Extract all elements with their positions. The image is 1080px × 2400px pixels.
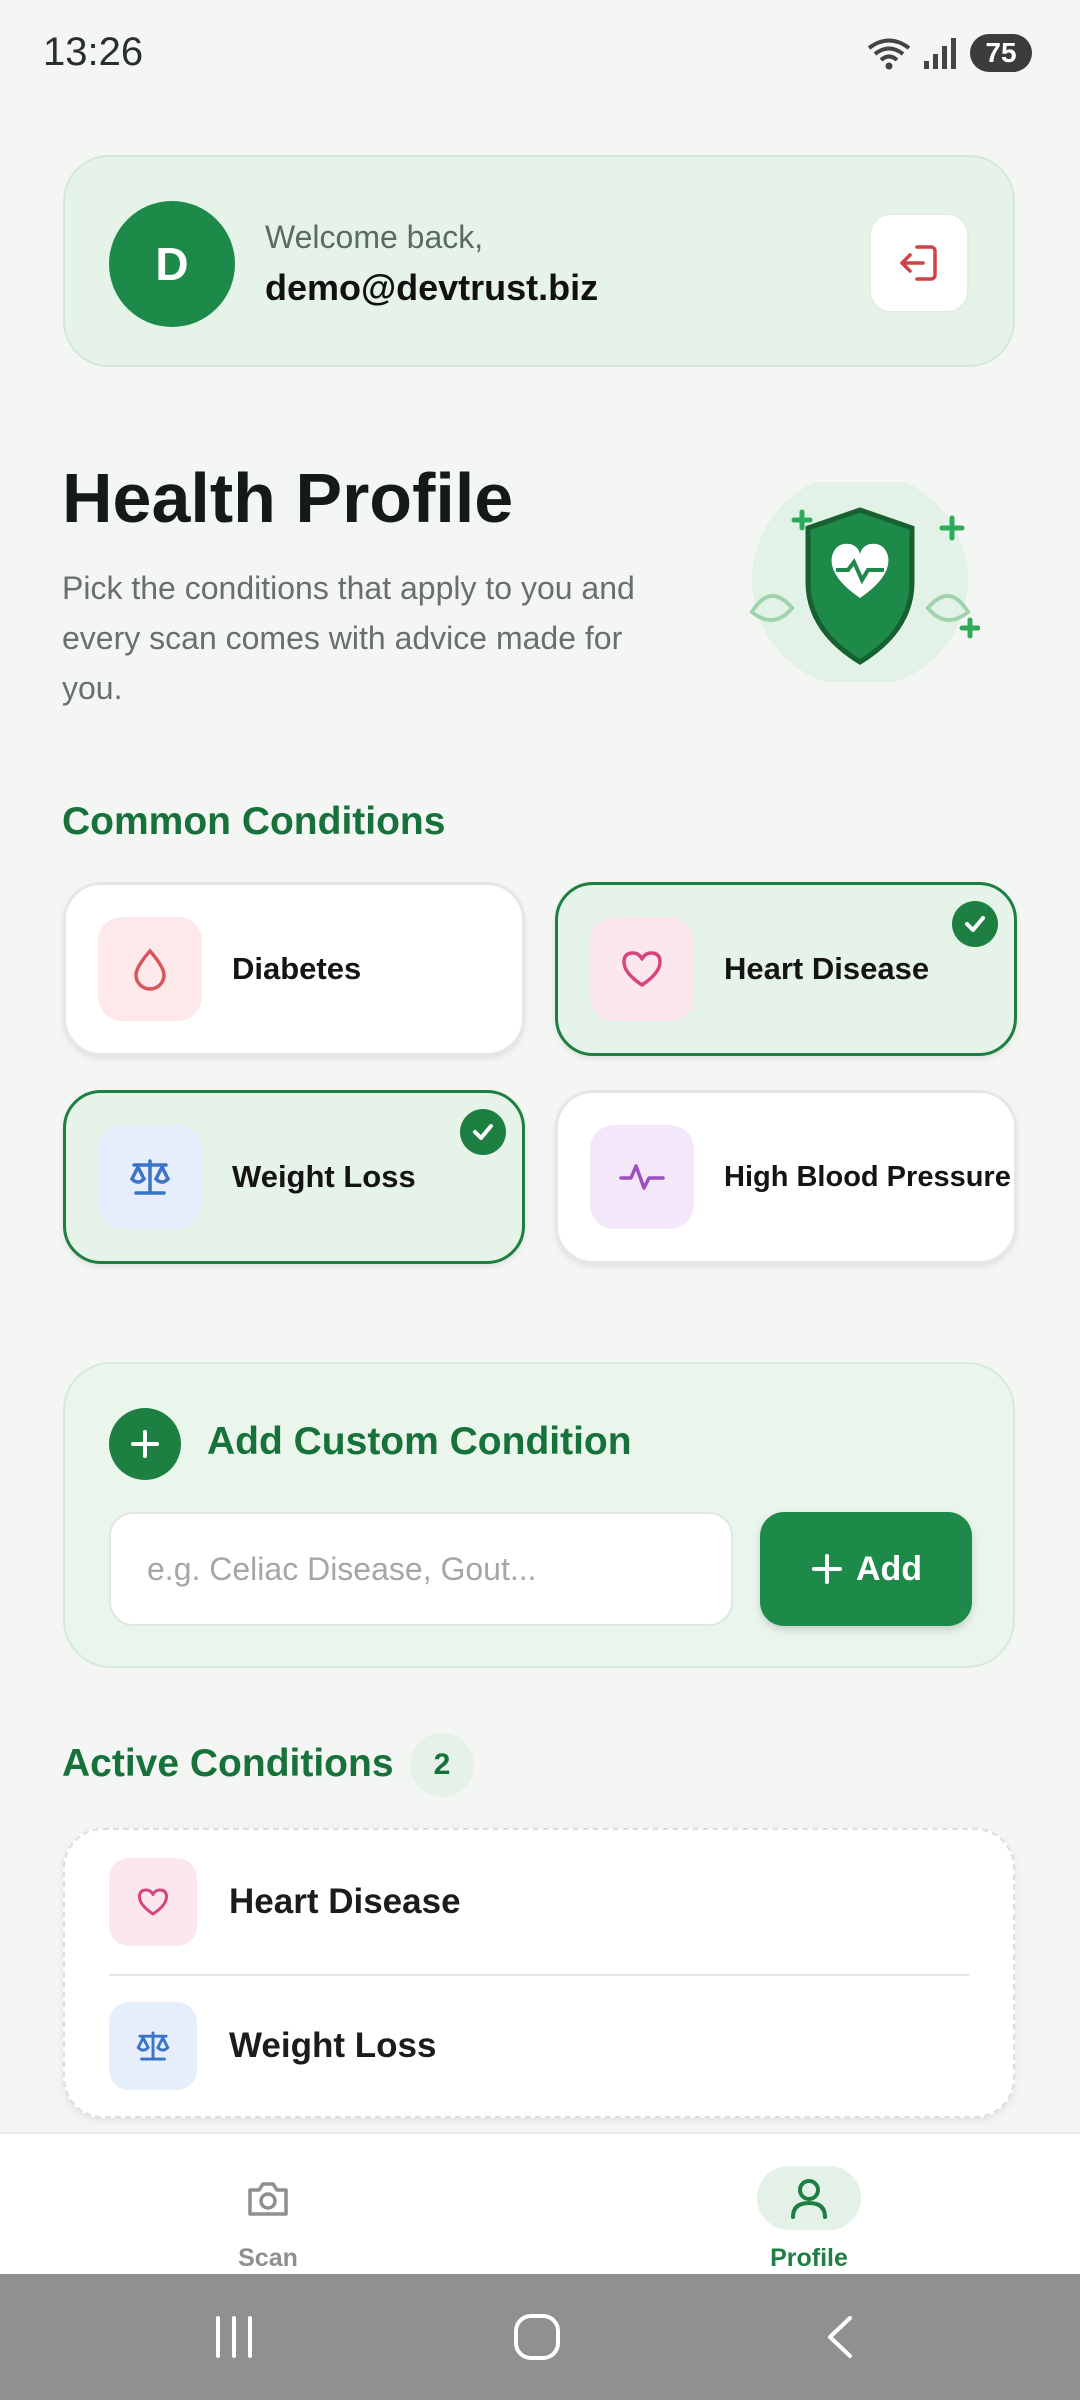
scale-icon — [98, 1125, 202, 1229]
condition-label: Weight Loss — [232, 1159, 416, 1194]
page-subtitle: Pick the conditions that apply to you an… — [62, 570, 635, 706]
health-shield-illustration — [749, 482, 980, 682]
nav-tab-scan[interactable]: Scan — [168, 2134, 368, 2276]
condition-card-weight-loss[interactable]: Weight Loss — [63, 1090, 525, 1264]
condition-label: Heart Disease — [724, 951, 930, 986]
checkmark-icon — [952, 901, 998, 947]
condition-label: Diabetes — [232, 951, 362, 986]
custom-condition-input[interactable] — [109, 1512, 733, 1626]
system-nav-bar — [0, 2274, 1080, 2400]
avatar: D — [109, 201, 235, 327]
recent-apps-icon[interactable] — [210, 2314, 258, 2360]
condition-label: High Blood Pressure — [724, 1160, 1011, 1193]
heart-icon — [109, 1858, 197, 1946]
custom-condition-title: Add Custom Condition — [207, 1420, 632, 1463]
list-item: Heart Disease — [65, 1830, 1013, 1974]
back-icon[interactable] — [822, 2314, 858, 2360]
add-condition-button[interactable]: Add — [760, 1512, 972, 1626]
battery-indicator: 75 — [970, 34, 1032, 72]
active-conditions-list: Heart Disease Weight Loss — [63, 1828, 1015, 2118]
plus-icon — [811, 1554, 842, 1584]
welcome-greeting: Welcome back, — [265, 219, 484, 255]
plus-icon — [109, 1408, 181, 1480]
user-icon — [757, 2166, 861, 2230]
common-conditions-title: Common Conditions — [62, 800, 446, 843]
home-icon[interactable] — [512, 2312, 562, 2362]
logout-icon — [900, 245, 937, 281]
condition-card-heart-disease[interactable]: Heart Disease — [555, 882, 1017, 1056]
nav-tab-profile[interactable]: Profile — [709, 2134, 909, 2276]
user-email: demo@devtrust.biz — [265, 267, 599, 308]
nav-label-profile: Profile — [770, 2244, 848, 2272]
welcome-card: D Welcome back, demo@devtrust.biz — [63, 155, 1015, 367]
heart-icon — [590, 917, 694, 1021]
drop-icon — [98, 917, 202, 1021]
bottom-nav: Scan Profile — [0, 2132, 1080, 2276]
nav-label-scan: Scan — [238, 2244, 298, 2272]
custom-condition-card: Add Custom Condition Add — [63, 1362, 1015, 1668]
signal-icon — [924, 38, 956, 69]
active-condition-label: Weight Loss — [229, 2026, 437, 2065]
active-conditions-title: Active Conditions — [62, 1742, 394, 1785]
checkmark-icon — [460, 1109, 506, 1155]
scale-icon — [109, 2002, 197, 2090]
condition-card-high-blood-pressure[interactable]: High Blood Pressure — [555, 1090, 1017, 1264]
wifi-icon — [867, 38, 911, 70]
pulse-icon — [590, 1125, 694, 1229]
list-item: Weight Loss — [65, 1976, 1013, 2120]
camera-icon — [218, 2166, 318, 2230]
logout-button[interactable] — [869, 213, 969, 313]
active-condition-label: Heart Disease — [229, 1882, 461, 1921]
condition-card-diabetes[interactable]: Diabetes — [63, 882, 525, 1056]
page-title: Health Profile — [62, 459, 514, 537]
status-icons: 75 — [866, 34, 1032, 72]
active-count-badge: 2 — [410, 1733, 474, 1797]
add-button-label: Add — [855, 1549, 923, 1588]
status-time: 13:26 — [43, 30, 144, 74]
